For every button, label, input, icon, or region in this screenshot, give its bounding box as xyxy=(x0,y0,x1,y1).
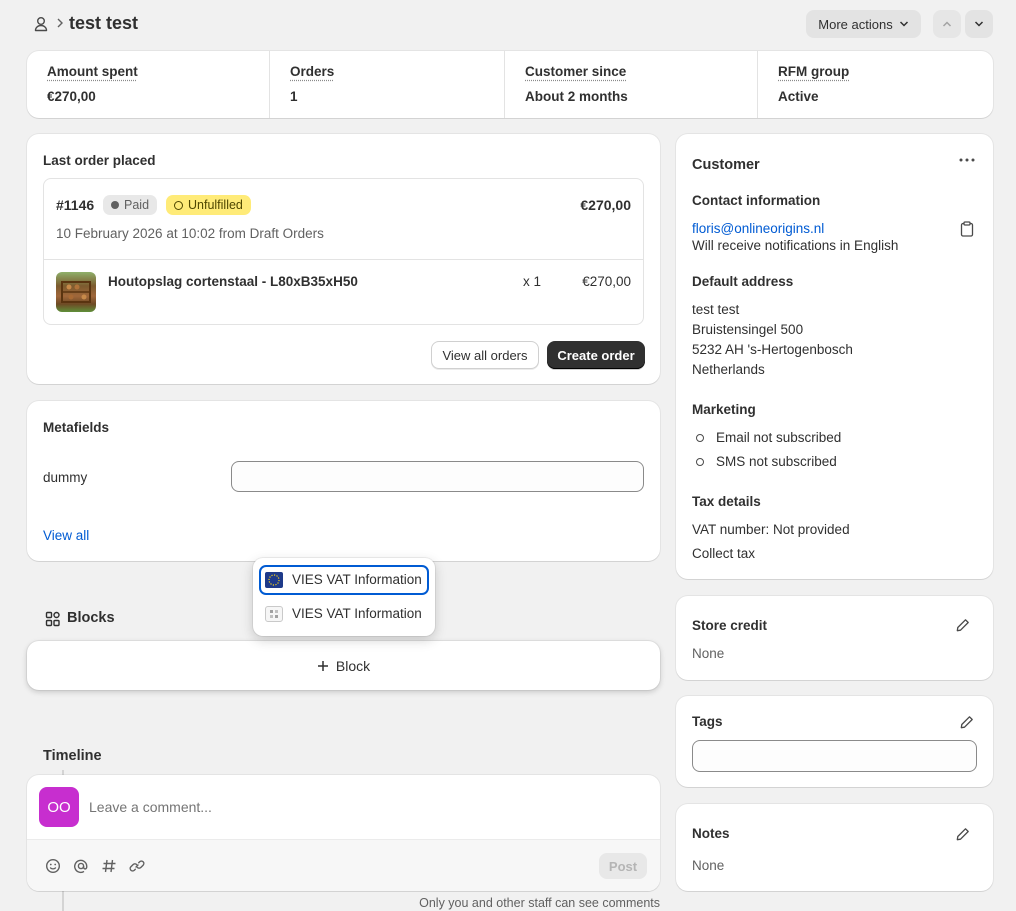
stat-value-orders: 1 xyxy=(290,89,298,104)
post-comment-button[interactable]: Post xyxy=(599,853,647,879)
avatar-initials: OO xyxy=(47,798,71,816)
comment-input[interactable] xyxy=(89,793,644,821)
customer-heading: Customer xyxy=(692,157,760,173)
address-line: Netherlands xyxy=(692,362,765,377)
metafield-label: dummy xyxy=(43,470,88,485)
tags-input[interactable] xyxy=(692,740,977,772)
popover-item-label: VIES VAT Information xyxy=(292,606,422,621)
previous-customer-button[interactable] xyxy=(933,10,961,38)
comment-box: OO Post xyxy=(27,775,660,891)
customer-card: Customer Contact information floris@onli… xyxy=(676,134,993,579)
hashtag-icon[interactable] xyxy=(101,858,117,874)
notification-language: Will receive notifications in English xyxy=(692,238,899,253)
stat-label-rfm-group[interactable]: RFM group xyxy=(778,64,849,79)
product-thumbnail xyxy=(56,272,96,312)
edit-notes-icon[interactable] xyxy=(956,827,970,841)
mention-icon[interactable] xyxy=(73,858,89,874)
stat-label-amount-spent[interactable]: Amount spent xyxy=(47,64,138,79)
page-title: test test xyxy=(69,13,139,33)
blocks-heading: Blocks xyxy=(67,610,115,626)
app-placeholder-icon xyxy=(265,606,283,622)
status-ring-icon xyxy=(696,458,704,466)
customer-stats-bar: Amount spent €270,00 Orders 1 Customer s… xyxy=(27,51,993,118)
product-price: €270,00 xyxy=(582,274,631,289)
popover-item-vies-1[interactable]: VIES VAT Information xyxy=(259,565,429,595)
tax-details-heading: Tax details xyxy=(692,494,761,509)
popover-item-label: VIES VAT Information xyxy=(292,572,422,587)
metafields-heading: Metafields xyxy=(43,420,110,435)
more-options-icon[interactable] xyxy=(959,158,975,162)
address-line: 5232 AH 's-Hertogenbosch xyxy=(692,342,853,357)
view-all-orders-button[interactable]: View all orders xyxy=(431,341,539,369)
order-summary-box[interactable]: #1146 Paid Unfulfilled €270,00 10 Februa… xyxy=(43,178,644,325)
order-meta: 10 February 2026 at 10:02 from Draft Ord… xyxy=(56,226,324,241)
tags-card: Tags xyxy=(676,696,993,787)
order-total: €270,00 xyxy=(580,197,631,213)
breadcrumb-chevron-icon xyxy=(56,17,64,29)
vat-number: VAT number: Not provided xyxy=(692,522,850,537)
create-order-button[interactable]: Create order xyxy=(547,341,645,369)
paid-dot-icon xyxy=(111,201,119,209)
comment-visibility-note: Only you and other staff can see comment… xyxy=(419,896,660,910)
email-marketing-status: Email not subscribed xyxy=(716,430,842,445)
tags-heading: Tags xyxy=(692,714,723,729)
address-line: test test xyxy=(692,302,740,317)
store-credit-heading: Store credit xyxy=(692,618,768,633)
emoji-icon[interactable] xyxy=(45,858,61,874)
payment-status-badge: Paid xyxy=(103,195,158,215)
fulfillment-status-label: Unfulfilled xyxy=(188,198,243,212)
add-block-button[interactable]: Block xyxy=(27,641,660,690)
store-credit-card: Store credit None xyxy=(676,596,993,680)
blocks-icon xyxy=(45,611,61,627)
address-line: Bruistensingel 500 xyxy=(692,322,804,337)
sms-marketing-status: SMS not subscribed xyxy=(716,454,837,469)
notes-value: None xyxy=(692,858,725,873)
default-address-heading: Default address xyxy=(692,274,794,289)
fulfillment-status-badge: Unfulfilled xyxy=(166,195,251,215)
attachment-link-icon[interactable] xyxy=(129,858,145,874)
avatar: OO xyxy=(39,787,79,827)
metafields-view-all-link[interactable]: View all xyxy=(43,528,89,543)
block-picker-popover: VIES VAT Information VIES VAT Informatio… xyxy=(253,558,435,636)
chevron-down-icon xyxy=(974,20,984,28)
contact-information-heading: Contact information xyxy=(692,193,821,208)
stat-label-orders[interactable]: Orders xyxy=(290,64,334,79)
more-actions-label: More actions xyxy=(818,16,893,32)
comment-toolbar: Post xyxy=(27,839,660,891)
chevron-up-icon xyxy=(942,20,952,28)
edit-store-credit-icon[interactable] xyxy=(956,618,970,632)
notes-card: Notes None xyxy=(676,804,993,891)
plus-icon xyxy=(317,660,329,672)
order-number[interactable]: #1146 xyxy=(56,197,94,213)
marketing-heading: Marketing xyxy=(692,402,756,417)
stat-value-customer-since: About 2 months xyxy=(525,89,628,104)
product-name[interactable]: Houtopslag cortenstaal - L80xB35xH50 xyxy=(108,274,358,289)
collect-tax: Collect tax xyxy=(692,546,756,561)
customer-icon[interactable] xyxy=(32,15,50,33)
product-quantity: x 1 xyxy=(523,274,542,289)
more-actions-button[interactable]: More actions xyxy=(806,10,921,38)
eu-flag-icon xyxy=(265,572,283,588)
stat-value-amount-spent: €270,00 xyxy=(47,89,96,104)
status-ring-icon xyxy=(696,434,704,442)
metafields-card: Metafields dummy View all xyxy=(27,401,660,561)
copy-email-icon[interactable] xyxy=(960,221,974,237)
edit-tags-icon[interactable] xyxy=(960,715,974,729)
customer-email-link[interactable]: floris@onlineorigins.nl xyxy=(692,221,824,236)
metafield-dummy-input[interactable] xyxy=(231,461,644,492)
stat-label-customer-since[interactable]: Customer since xyxy=(525,64,626,79)
timeline-heading: Timeline xyxy=(43,748,102,764)
unfulfilled-ring-icon xyxy=(174,200,183,210)
stat-value-rfm-group: Active xyxy=(778,89,819,104)
payment-status-label: Paid xyxy=(124,198,150,212)
last-order-card: Last order placed #1146 Paid Unfulfilled… xyxy=(27,134,660,384)
last-order-heading: Last order placed xyxy=(43,153,156,168)
store-credit-value: None xyxy=(692,646,725,661)
notes-heading: Notes xyxy=(692,826,730,841)
popover-item-vies-2[interactable]: VIES VAT Information xyxy=(259,599,429,629)
next-customer-button[interactable] xyxy=(965,10,993,38)
chevron-down-icon xyxy=(899,20,909,28)
add-block-label: Block xyxy=(335,657,371,674)
